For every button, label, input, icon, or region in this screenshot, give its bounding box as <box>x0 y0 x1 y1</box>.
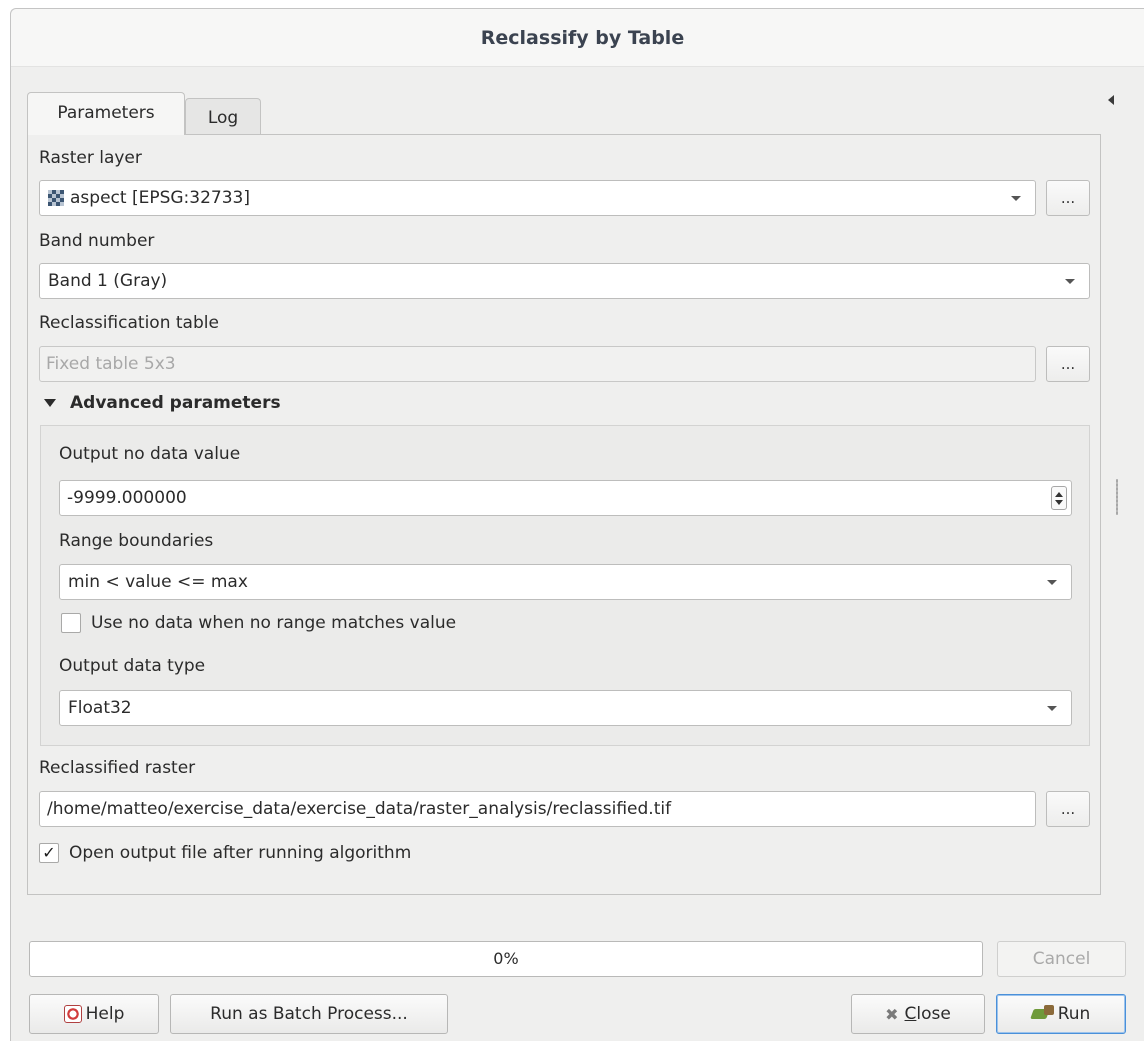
raster-layer-browse-button[interactable]: ... <box>1046 180 1090 216</box>
reclassified-raster-label: Reclassified raster <box>39 758 196 778</box>
chevron-down-icon <box>1065 278 1075 284</box>
dialog-window: Reclassify by Table Parameters Log Raste… <box>10 8 1144 1041</box>
reclassified-raster-input[interactable]: /home/matteo/exercise_data/exercise_data… <box>39 791 1036 827</box>
help-icon <box>63 1005 82 1023</box>
raster-layer-combo[interactable]: aspect [EPSG:32733] <box>39 180 1036 216</box>
reclass-table-field: Fixed table 5x3 <box>39 346 1036 382</box>
tab-parameters[interactable]: Parameters <box>27 92 185 135</box>
window-title: Reclassify by Table <box>480 26 685 49</box>
output-type-value: Float32 <box>68 698 132 718</box>
advanced-parameters-group: Output no data value -9999.000000 Range … <box>40 425 1090 746</box>
tab-log[interactable]: Log <box>185 98 261 135</box>
reclass-table-label: Reclassification table <box>39 313 219 333</box>
help-button[interactable]: Help <box>29 994 159 1034</box>
parameters-panel: Raster layer aspect [EPSG:32733] ... Ban… <box>27 134 1101 895</box>
reclass-table-edit-button[interactable]: ... <box>1046 346 1090 382</box>
close-icon: ✖ <box>885 1004 899 1024</box>
chevron-down-icon <box>1047 579 1057 585</box>
open-output-checkbox[interactable]: ✓ <box>39 843 59 863</box>
title-bar: Reclassify by Table <box>11 9 1144 67</box>
collapse-panel-arrow-icon[interactable] <box>1108 95 1114 105</box>
close-label: Close <box>904 1004 951 1024</box>
cancel-button[interactable]: Cancel <box>997 941 1126 977</box>
run-label: Run <box>1057 1004 1091 1024</box>
help-label: Help <box>85 1004 125 1024</box>
close-button[interactable]: ✖ Close <box>851 994 985 1034</box>
tab-log-label: Log <box>207 108 239 128</box>
tab-parameters-label: Parameters <box>57 103 155 123</box>
range-boundaries-combo[interactable]: min < value <= max <box>59 564 1072 600</box>
run-batch-button[interactable]: Run as Batch Process... <box>170 994 448 1034</box>
advanced-parameters-label: Advanced parameters <box>70 393 281 413</box>
open-output-checkbox-row[interactable]: ✓ Open output file after running algorit… <box>39 843 411 863</box>
output-type-label: Output data type <box>59 656 206 676</box>
chevron-down-icon <box>1011 195 1021 201</box>
open-output-label: Open output file after running algorithm <box>69 843 412 863</box>
output-nodata-input[interactable]: -9999.000000 <box>59 480 1072 516</box>
use-nodata-checkbox-row[interactable]: Use no data when no range matches value <box>61 613 456 633</box>
run-button[interactable]: Run <box>996 994 1126 1034</box>
progress-bar: 0% <box>29 941 983 977</box>
output-nodata-label: Output no data value <box>59 444 241 464</box>
splitter-handle[interactable] <box>1116 479 1118 515</box>
use-nodata-label: Use no data when no range matches value <box>91 613 457 633</box>
raster-layer-label: Raster layer <box>39 148 142 168</box>
raster-layer-icon <box>48 190 64 206</box>
spinner-arrows-icon[interactable] <box>1051 486 1067 510</box>
band-number-label: Band number <box>39 231 155 251</box>
triangle-down-icon <box>44 399 56 407</box>
run-icon <box>1032 1005 1056 1023</box>
cancel-label: Cancel <box>1032 949 1091 969</box>
progress-text: 0% <box>493 949 519 968</box>
advanced-parameters-toggle[interactable]: Advanced parameters <box>44 393 281 413</box>
range-boundaries-label: Range boundaries <box>59 531 214 551</box>
raster-layer-value: aspect [EPSG:32733] <box>70 188 250 208</box>
range-boundaries-value: min < value <= max <box>68 572 248 592</box>
band-number-combo[interactable]: Band 1 (Gray) <box>39 263 1090 299</box>
output-nodata-value: -9999.000000 <box>67 488 187 508</box>
run-batch-label: Run as Batch Process... <box>210 1004 408 1024</box>
output-type-combo[interactable]: Float32 <box>59 690 1072 726</box>
reclassified-raster-browse-button[interactable]: ... <box>1046 791 1090 827</box>
chevron-down-icon <box>1047 705 1057 711</box>
band-number-value: Band 1 (Gray) <box>48 271 168 291</box>
use-nodata-checkbox[interactable] <box>61 613 81 633</box>
